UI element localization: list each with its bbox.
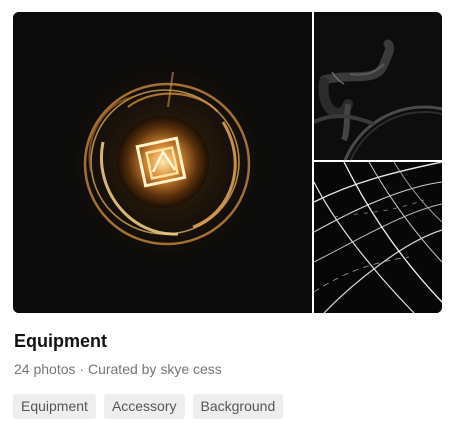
photo-count: 24 photos: [14, 361, 76, 377]
collection-card: Equipment 24 photos · Curated by skye ce…: [13, 12, 442, 419]
lightbulb-photo[interactable]: [13, 12, 312, 313]
meta-separator: ·: [79, 361, 85, 377]
photo-mosaic[interactable]: [13, 12, 442, 313]
light-streaks-image: [314, 162, 442, 313]
tag-list: Equipment Accessory Background: [13, 394, 442, 419]
curator-label: Curated by skye cess: [87, 361, 222, 377]
light-streaks-photo[interactable]: [314, 162, 442, 313]
tag-accessory[interactable]: Accessory: [103, 394, 185, 419]
collection-title[interactable]: Equipment: [14, 329, 442, 353]
bicycle-handlebar-image: [314, 12, 442, 160]
tag-equipment[interactable]: Equipment: [13, 394, 96, 419]
collection-meta: 24 photos · Curated by skye cess: [14, 360, 442, 378]
tag-background[interactable]: Background: [192, 394, 284, 419]
bicycle-handlebar-photo[interactable]: [314, 12, 442, 160]
lightbulb-image: [13, 12, 312, 313]
